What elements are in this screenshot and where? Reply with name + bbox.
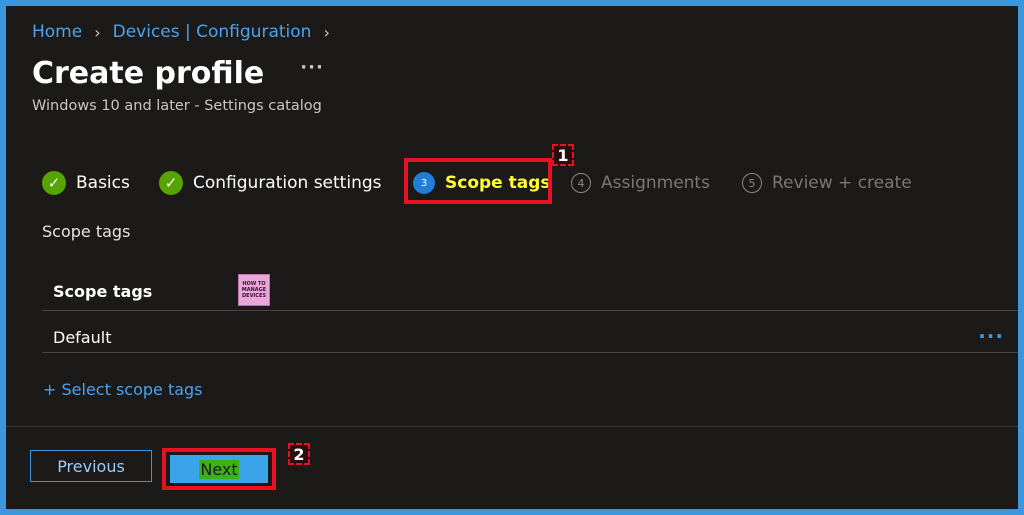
previous-button[interactable]: Previous	[30, 450, 152, 482]
next-button[interactable]: Next	[170, 455, 268, 483]
table-header-scope-tags: Scope tags	[53, 282, 153, 301]
highlight-box-scope-tags	[404, 158, 552, 204]
check-circle-icon: ✓	[42, 171, 66, 195]
table-divider	[42, 352, 1018, 353]
chevron-right-icon: ›	[323, 22, 330, 42]
breadcrumb-home[interactable]: Home	[32, 22, 82, 42]
select-scope-tags-link[interactable]: + Select scope tags	[43, 380, 203, 399]
page-subtitle: Windows 10 and later - Settings catalog	[32, 98, 322, 114]
table-cell-default: Default	[53, 328, 112, 347]
step-label: Configuration settings	[193, 173, 382, 193]
check-circle-icon: ✓	[159, 171, 183, 195]
step-number-badge: 5	[742, 173, 762, 193]
section-label: Scope tags	[42, 222, 131, 241]
page-title-row: Create profile ···	[32, 56, 324, 91]
page-title: Create profile	[32, 56, 265, 91]
breadcrumb: Home › Devices | Configuration ›	[32, 22, 330, 42]
step-number-badge: 4	[571, 173, 591, 193]
next-button-label: Next	[199, 459, 239, 479]
annotation-badge-1: 1	[552, 144, 574, 166]
watermark-logo: HOW TO MANAGE DEVICES	[238, 274, 270, 306]
row-more-icon[interactable]: ···	[978, 324, 1004, 348]
step-label: Assignments	[601, 173, 710, 193]
annotation-badge-2: 2	[288, 443, 310, 465]
footer-divider	[6, 426, 1018, 427]
more-options-icon[interactable]: ···	[300, 57, 324, 78]
table-divider	[42, 310, 1018, 311]
chevron-right-icon: ›	[94, 22, 101, 42]
step-assignments[interactable]: 4 Assignments	[571, 166, 710, 200]
step-basics[interactable]: ✓ Basics	[42, 166, 130, 200]
step-review-create[interactable]: 5 Review + create	[742, 166, 912, 200]
breadcrumb-devices-configuration[interactable]: Devices | Configuration	[113, 22, 312, 42]
step-label: Basics	[76, 173, 130, 193]
logo-text: DEVICES	[242, 293, 266, 299]
step-configuration-settings[interactable]: ✓ Configuration settings	[159, 166, 382, 200]
step-label: Review + create	[772, 173, 912, 193]
app-frame: Home › Devices | Configuration › Create …	[0, 0, 1024, 515]
